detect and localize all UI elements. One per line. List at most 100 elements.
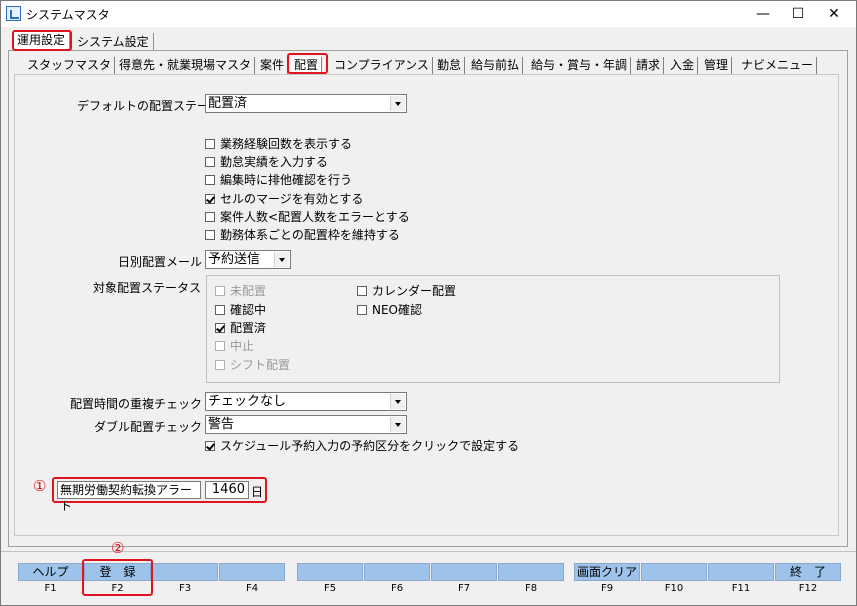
tab-compliance[interactable]: コンプライアンス	[331, 57, 433, 75]
fkey-code-f4: F4	[245, 583, 259, 594]
option-show-experience[interactable]: 業務経験回数を表示する	[205, 137, 352, 153]
tab-salary-bonus[interactable]: 給与・賞与・年調	[528, 57, 632, 75]
fkey-code-f6: F6	[390, 583, 404, 594]
title-bar: システムマスタ — ☐ ✕	[1, 1, 856, 27]
fkey-code-f3: F3	[178, 583, 192, 594]
clear-screen-button[interactable]: 画面クリア	[574, 563, 640, 581]
f4-button[interactable]	[219, 563, 285, 581]
tab-salary-advance[interactable]: 給与前払	[468, 57, 524, 75]
window-title: システムマスタ	[26, 8, 110, 22]
option-schedule-click[interactable]: スケジュール予約入力の予約区分をクリックで設定する	[205, 439, 519, 455]
status-label: 中止	[230, 339, 255, 353]
f5-button[interactable]	[297, 563, 363, 581]
option-label: 業務経験回数を表示する	[220, 137, 353, 151]
tab-payment[interactable]: 入金	[667, 57, 699, 75]
checkbox-icon	[205, 157, 215, 167]
fkey-code-f12: F12	[798, 583, 818, 594]
status-cancelled[interactable]: 中止	[215, 339, 254, 355]
checkbox-icon	[205, 139, 215, 149]
fkey-code-f7: F7	[457, 583, 471, 594]
option-headcount-error[interactable]: 案件人数<配置人数をエラーとする	[205, 210, 410, 226]
tab-project[interactable]: 案件	[257, 57, 289, 75]
checkbox-icon	[215, 305, 225, 315]
annotation-number-two: ②	[111, 539, 125, 557]
status-label: 確認中	[230, 303, 267, 317]
f6-button[interactable]	[364, 563, 430, 581]
checkbox-checked-icon	[205, 441, 215, 451]
tab-management[interactable]: 管理	[701, 57, 733, 75]
default-status-select[interactable]: 配置済	[205, 94, 407, 113]
overlap-check-label: 配置時間の重複チェック	[70, 397, 203, 411]
exit-button[interactable]: 終 了	[775, 563, 841, 581]
checkbox-icon	[205, 230, 215, 240]
checkbox-icon	[205, 175, 215, 185]
close-button[interactable]: ✕	[812, 1, 856, 27]
checkbox-icon	[205, 212, 215, 222]
fkey-code-f10: F10	[664, 583, 684, 594]
daily-mail-label: 日別配置メール	[118, 255, 203, 269]
fkey-code-f9: F9	[600, 583, 614, 594]
option-label: 勤務体系ごとの配置枠を維持する	[220, 228, 400, 242]
option-cell-merge[interactable]: セルのマージを有効とする	[205, 192, 363, 208]
target-status-label: 対象配置ステータス	[93, 281, 202, 295]
fkey-code-f8: F8	[524, 583, 538, 594]
chevron-down-icon	[390, 417, 405, 432]
checkbox-checked-icon	[215, 323, 225, 333]
option-label: スケジュール予約入力の予約区分をクリックで設定する	[220, 439, 520, 453]
fkey-code-f11: F11	[731, 583, 751, 594]
checkbox-icon	[215, 286, 225, 296]
checkbox-icon	[215, 341, 225, 351]
f7-button[interactable]	[431, 563, 497, 581]
chevron-down-icon	[390, 96, 405, 111]
status-shift[interactable]: シフト配置	[215, 358, 290, 374]
tab-staff-master[interactable]: スタッフマスタ	[24, 57, 116, 75]
status-calendar[interactable]: カレンダー配置	[357, 284, 456, 300]
status-label: NEO確認	[372, 303, 423, 317]
checkbox-icon	[215, 360, 225, 370]
status-assigned[interactable]: 配置済	[215, 321, 266, 337]
f8-button[interactable]	[498, 563, 564, 581]
tab-navi-menu[interactable]: ナビメニュー	[738, 57, 818, 75]
tab-customer-master[interactable]: 得意先・就業現場マスタ	[116, 57, 256, 75]
status-confirming[interactable]: 確認中	[215, 303, 266, 319]
option-label: 案件人数<配置人数をエラーとする	[220, 210, 410, 224]
help-button[interactable]: ヘルプ	[18, 563, 83, 581]
double-check-select[interactable]: 警告	[205, 415, 407, 434]
status-label: カレンダー配置	[372, 284, 457, 298]
option-keep-slots[interactable]: 勤務体系ごとの配置枠を維持する	[205, 228, 400, 244]
overlap-check-value: チェックなし	[208, 394, 287, 409]
chevron-down-icon	[390, 394, 405, 409]
app-icon	[6, 6, 21, 21]
f10-button[interactable]	[641, 563, 707, 581]
checkbox-checked-icon	[205, 194, 215, 204]
fkey-code-f1: F1	[44, 583, 57, 594]
alert-days-input[interactable]: 1460	[205, 481, 249, 499]
status-unassigned[interactable]: 未配置	[215, 284, 266, 300]
option-label: セルのマージを有効とする	[220, 192, 364, 206]
highlight-register-button	[82, 559, 153, 596]
option-input-attendance[interactable]: 勤怠実績を入力する	[205, 155, 328, 171]
default-status-value: 配置済	[208, 96, 248, 111]
double-check-value: 警告	[208, 417, 235, 432]
double-check-label: ダブル配置チェック	[94, 420, 203, 434]
annotation-number-one: ①	[33, 477, 47, 495]
f3-button[interactable]	[152, 563, 218, 581]
status-label: シフト配置	[230, 358, 291, 372]
highlight-placement-tab	[287, 53, 328, 74]
daily-mail-select[interactable]: 予約送信	[205, 250, 291, 269]
main-window: システムマスタ — ☐ ✕ 運用設定 システム設定 スタッフマスタ 得意先・就業…	[0, 0, 857, 606]
alert-label: 無期労働契約転換アラート	[57, 481, 201, 513]
tab-billing[interactable]: 請求	[633, 57, 665, 75]
option-exclusive-check[interactable]: 編集時に排他確認を行う	[205, 173, 352, 189]
checkbox-icon	[357, 305, 367, 315]
daily-mail-value: 予約送信	[208, 252, 261, 267]
highlight-operation-tab	[12, 30, 72, 51]
option-label: 編集時に排他確認を行う	[220, 173, 353, 187]
alert-unit: 日	[251, 485, 264, 499]
tab-attendance[interactable]: 勤怠	[434, 57, 466, 75]
overlap-check-select[interactable]: チェックなし	[205, 392, 407, 411]
f11-button[interactable]	[708, 563, 774, 581]
checkbox-icon	[357, 286, 367, 296]
status-neo-confirm[interactable]: NEO確認	[357, 303, 422, 319]
status-label: 配置済	[230, 321, 267, 335]
